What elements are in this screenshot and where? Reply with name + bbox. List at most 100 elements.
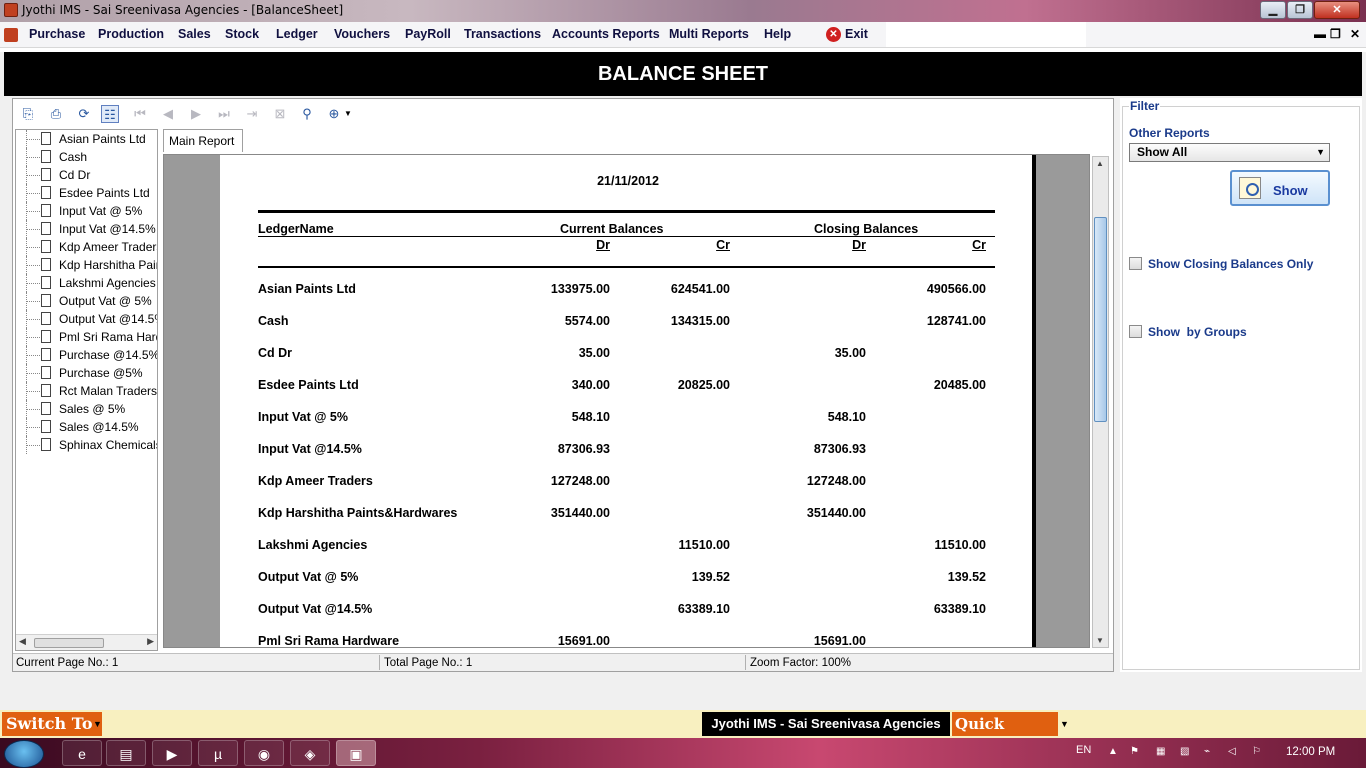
other-reports-select[interactable]: Show All ▼ [1129,143,1330,162]
tree-connector [26,373,40,374]
menu-exit[interactable]: Exit [845,27,868,41]
tree-horizontal-scrollbar[interactable]: ◀ ▶ [16,634,157,650]
tree-item[interactable]: Rct Malan Traders [16,382,157,400]
menu-payroll[interactable]: PayRoll [405,27,451,41]
scroll-thumb[interactable] [34,638,104,648]
closing-balances-only-label[interactable]: Show Closing Balances Only [1148,257,1313,271]
file-explorer-icon[interactable]: ▤ [106,740,146,766]
tree-item[interactable]: Sales @14.5% [16,418,157,436]
mdi-restore-button[interactable]: ❐ [1330,27,1341,41]
menu-bar: Purchase Production Sales Stock Ledger V… [0,22,1366,48]
tray-network-icon[interactable]: ▦ [1156,746,1168,758]
export-icon[interactable]: ⎘ [19,105,37,123]
menu-vouchers[interactable]: Vouchers [334,27,390,41]
language-indicator[interactable]: EN [1076,744,1091,756]
switch-to-button[interactable]: Switch To [2,712,102,736]
report-scrollbar[interactable]: ▲ ▼ [1092,156,1109,648]
tab-main-report[interactable]: Main Report [163,129,243,152]
media-player-icon[interactable]: ▶ [152,740,192,766]
scroll-up-icon[interactable]: ▲ [1096,159,1104,168]
tree-item[interactable]: Esdee Paints Ltd [16,184,157,202]
menu-help[interactable]: Help [764,27,791,41]
tree-item[interactable]: Sales @ 5% [16,400,157,418]
menu-ledger[interactable]: Ledger [276,27,318,41]
goto-page-icon[interactable]: ⇥ [243,105,261,123]
mdi-close-button[interactable]: ✕ [1350,27,1360,41]
tree-item[interactable]: Cash [16,148,157,166]
tray-flag-icon[interactable]: ⚑ [1130,746,1142,758]
search-icon[interactable]: ⚲ [298,105,316,123]
last-page-icon[interactable]: ⏭ [215,105,233,123]
tree-item[interactable]: Lakshmi Agencies [16,274,157,292]
jyothi-ims-taskbar-icon[interactable]: ▣ [336,740,376,766]
tray-device-icon[interactable]: ▧ [1180,746,1192,758]
menu-accounts-reports[interactable]: Accounts Reports [552,27,660,41]
utorrent-icon[interactable]: µ [198,740,238,766]
tree-item[interactable]: Sphinax Chemicals [16,436,157,454]
taskbar-clock[interactable]: 12:00 PM [1286,746,1335,758]
internet-explorer-icon[interactable]: e [62,740,102,766]
app-shortcut-icon[interactable]: ◈ [290,740,330,766]
firefox-icon[interactable]: ◉ [244,740,284,766]
menu-multi-reports[interactable]: Multi Reports [669,27,749,41]
closing-balances-only-checkbox[interactable] [1129,257,1142,270]
menu-production[interactable]: Production [98,27,164,41]
document-icon [41,312,51,325]
tree-item[interactable]: Kdp Harshitha Pain [16,256,157,274]
tree-item[interactable]: Purchase @14.5% [16,346,157,364]
mdi-minimize-button[interactable]: ▬ [1314,27,1326,41]
stop-icon[interactable]: ⊠ [271,105,289,123]
zoom-icon[interactable]: ⊕ [325,105,343,123]
scroll-thumb[interactable] [1094,217,1107,422]
tree-item[interactable]: Kdp Ameer Traders [16,238,157,256]
next-page-icon[interactable]: ▶ [187,105,205,123]
tree-item[interactable]: Pml Sri Rama Hard [16,328,157,346]
row-current-cr: 139.52 [691,570,730,584]
tray-power-icon[interactable]: ⌁ [1204,746,1216,758]
exit-icon[interactable]: ✕ [826,27,841,42]
tree-item[interactable]: Purchase @5% [16,364,157,382]
row-ledger-name: Esdee Paints Ltd [258,378,359,392]
show-button[interactable]: Show [1230,170,1330,206]
scroll-down-icon[interactable]: ▼ [1096,636,1104,645]
start-button[interactable] [4,740,44,768]
tree-item[interactable]: Output Vat @14.5% [16,310,157,328]
menu-purchase[interactable]: Purchase [29,27,85,41]
row-current-dr: 87306.93 [557,442,610,456]
print-icon[interactable]: ⎙ [47,105,65,123]
switch-to-dropdown-icon[interactable]: ▼ [93,712,102,736]
tree-item[interactable]: Asian Paints Ltd [16,130,157,148]
document-icon [41,168,51,181]
scroll-left-icon[interactable]: ◀ [19,636,26,647]
refresh-icon[interactable]: ⟳ [75,105,93,123]
show-by-groups-label[interactable]: Show by Groups [1148,325,1247,339]
mdi-system-icon[interactable] [4,28,18,42]
row-current-cr: 63389.10 [677,602,730,616]
minimize-button[interactable]: ▁ [1260,1,1286,19]
menu-transactions[interactable]: Transactions [464,27,541,41]
tray-volume-icon[interactable]: ◁ [1228,746,1240,758]
scroll-right-icon[interactable]: ▶ [147,636,154,647]
tree-item[interactable]: Input Vat @ 5% [16,202,157,220]
tree-item[interactable]: Cd Dr [16,166,157,184]
tree-item[interactable]: Output Vat @ 5% [16,292,157,310]
menu-sales[interactable]: Sales [178,27,211,41]
document-icon [41,132,51,145]
menu-stock[interactable]: Stock [225,27,259,41]
first-page-icon[interactable]: ⏮ [131,105,149,123]
group-tree-toggle-icon[interactable]: ☷ [101,105,119,123]
zoom-dropdown-arrow-icon[interactable]: ▼ [343,105,353,123]
close-button[interactable]: ✕ [1314,1,1360,19]
quick-report-button[interactable]: Quick Report [952,712,1058,757]
tree-item[interactable]: Input Vat @14.5% [16,220,157,238]
chevron-down-icon[interactable]: ▼ [1316,144,1325,161]
tray-action-center-icon[interactable]: ⚐ [1252,746,1264,758]
header-rule [258,266,995,268]
tray-expand-icon[interactable]: ▲ [1108,746,1120,758]
maximize-button[interactable]: ❐ [1287,1,1313,19]
show-by-groups-checkbox[interactable] [1129,325,1142,338]
quick-report-dropdown-icon[interactable]: ▼ [1060,712,1069,736]
row-ledger-name: Kdp Harshitha Paints&Hardwares [258,506,458,520]
previous-page-icon[interactable]: ◀ [159,105,177,123]
tree-connector [26,355,40,356]
